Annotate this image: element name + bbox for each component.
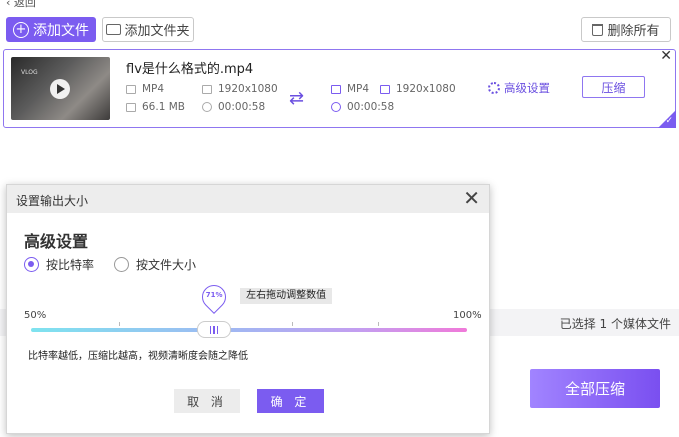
add-file-button[interactable]: + 添加文件 bbox=[6, 17, 96, 42]
radio-unselected-icon[interactable] bbox=[114, 257, 129, 272]
delete-all-label: 删除所有 bbox=[607, 24, 660, 39]
file-name: flv是什么格式的.mp4 bbox=[126, 62, 254, 77]
slider-value-label: 71% bbox=[205, 291, 223, 299]
dialog-header: 设置输出大小 ✕ bbox=[7, 185, 489, 213]
source-size: 66.1 MB bbox=[126, 101, 185, 113]
output-size-dialog: 设置输出大小 ✕ 高级设置 按比特率 按文件大小 50% 100% 71% 左右… bbox=[6, 184, 490, 434]
check-icon: ✓ bbox=[665, 116, 673, 126]
output-duration: 00:00:58 bbox=[331, 101, 394, 113]
compress-all-button[interactable]: 全部压缩 bbox=[530, 369, 660, 408]
close-icon[interactable]: ✕ bbox=[660, 48, 672, 64]
add-folder-button[interactable]: 添加文件夹 bbox=[102, 17, 194, 42]
radio-bitrate-label: 按比特率 bbox=[46, 258, 95, 272]
slider-tick bbox=[119, 322, 120, 326]
delete-all-button[interactable]: 删除所有 bbox=[581, 17, 671, 42]
advanced-settings-link[interactable]: 高级设置 bbox=[488, 80, 550, 96]
toolbar: + 添加文件 添加文件夹 删除所有 bbox=[6, 17, 671, 43]
radio-bitrate[interactable]: 按比特率 bbox=[24, 256, 94, 273]
slider-min-label: 50% bbox=[24, 310, 47, 321]
radio-file-size-label: 按文件大小 bbox=[136, 258, 197, 272]
source-format: MP4 bbox=[126, 83, 164, 95]
slider-handle[interactable] bbox=[197, 321, 232, 338]
cancel-button[interactable]: 取 消 bbox=[174, 389, 240, 413]
radio-selected-icon[interactable] bbox=[24, 257, 39, 272]
bitrate-hint: 比特率越低，压缩比越高，视频清晰度会随之降低 bbox=[28, 351, 248, 362]
output-duration-value: 00:00:58 bbox=[347, 101, 395, 113]
video-thumbnail[interactable]: VLOG bbox=[11, 57, 110, 120]
section-title: 高级设置 bbox=[24, 232, 89, 251]
gear-icon bbox=[488, 82, 500, 94]
slider-tick bbox=[378, 322, 379, 326]
slider-track[interactable] bbox=[31, 328, 467, 332]
output-resolution: 1920x1080 bbox=[380, 83, 456, 95]
slider-max-label: 100% bbox=[453, 310, 482, 321]
selected-count: 已选择 1 个媒体文件 bbox=[559, 317, 671, 331]
file-card[interactable]: VLOG flv是什么格式的.mp4 MP4 1920x1080 66.1 MB… bbox=[3, 48, 676, 128]
source-resolution: 1920x1080 bbox=[202, 83, 278, 95]
confirm-button[interactable]: 确 定 bbox=[257, 389, 324, 413]
source-resolution-value: 1920x1080 bbox=[218, 83, 278, 95]
folder-size-icon bbox=[126, 102, 136, 112]
output-format-value: MP4 bbox=[347, 83, 370, 95]
source-format-value: MP4 bbox=[142, 83, 165, 95]
output-format: MP4 bbox=[331, 83, 369, 95]
clock-icon bbox=[202, 102, 212, 112]
source-size-value: 66.1 MB bbox=[142, 101, 185, 113]
play-icon[interactable] bbox=[50, 79, 70, 99]
thumbnail-caption: VLOG bbox=[21, 69, 38, 76]
convert-arrow-icon: ⇄ bbox=[289, 88, 305, 109]
clock-icon bbox=[331, 102, 341, 112]
source-duration-value: 00:00:58 bbox=[218, 101, 266, 113]
output-resolution-value: 1920x1080 bbox=[396, 83, 456, 95]
resolution-icon bbox=[202, 84, 212, 94]
video-format-icon bbox=[126, 84, 136, 94]
source-duration: 00:00:58 bbox=[202, 101, 265, 113]
video-format-icon bbox=[331, 84, 341, 94]
compress-button[interactable]: 压缩 bbox=[582, 76, 645, 98]
back-link[interactable]: ‹ 返回 bbox=[6, 0, 36, 10]
back-label: 返回 bbox=[13, 0, 36, 9]
slider-tick bbox=[292, 322, 293, 326]
add-file-label: 添加文件 bbox=[33, 22, 89, 39]
folder-icon bbox=[106, 24, 122, 35]
advanced-settings-label: 高级设置 bbox=[504, 81, 550, 95]
radio-file-size[interactable]: 按文件大小 bbox=[114, 256, 196, 273]
close-icon[interactable]: ✕ bbox=[463, 186, 480, 210]
resolution-icon bbox=[380, 84, 390, 94]
add-folder-label: 添加文件夹 bbox=[124, 24, 190, 39]
slider-tooltip: 左右拖动调整数值 bbox=[240, 288, 333, 304]
dialog-title: 设置输出大小 bbox=[16, 194, 89, 208]
plus-icon: + bbox=[13, 21, 29, 38]
trash-icon bbox=[592, 23, 604, 36]
